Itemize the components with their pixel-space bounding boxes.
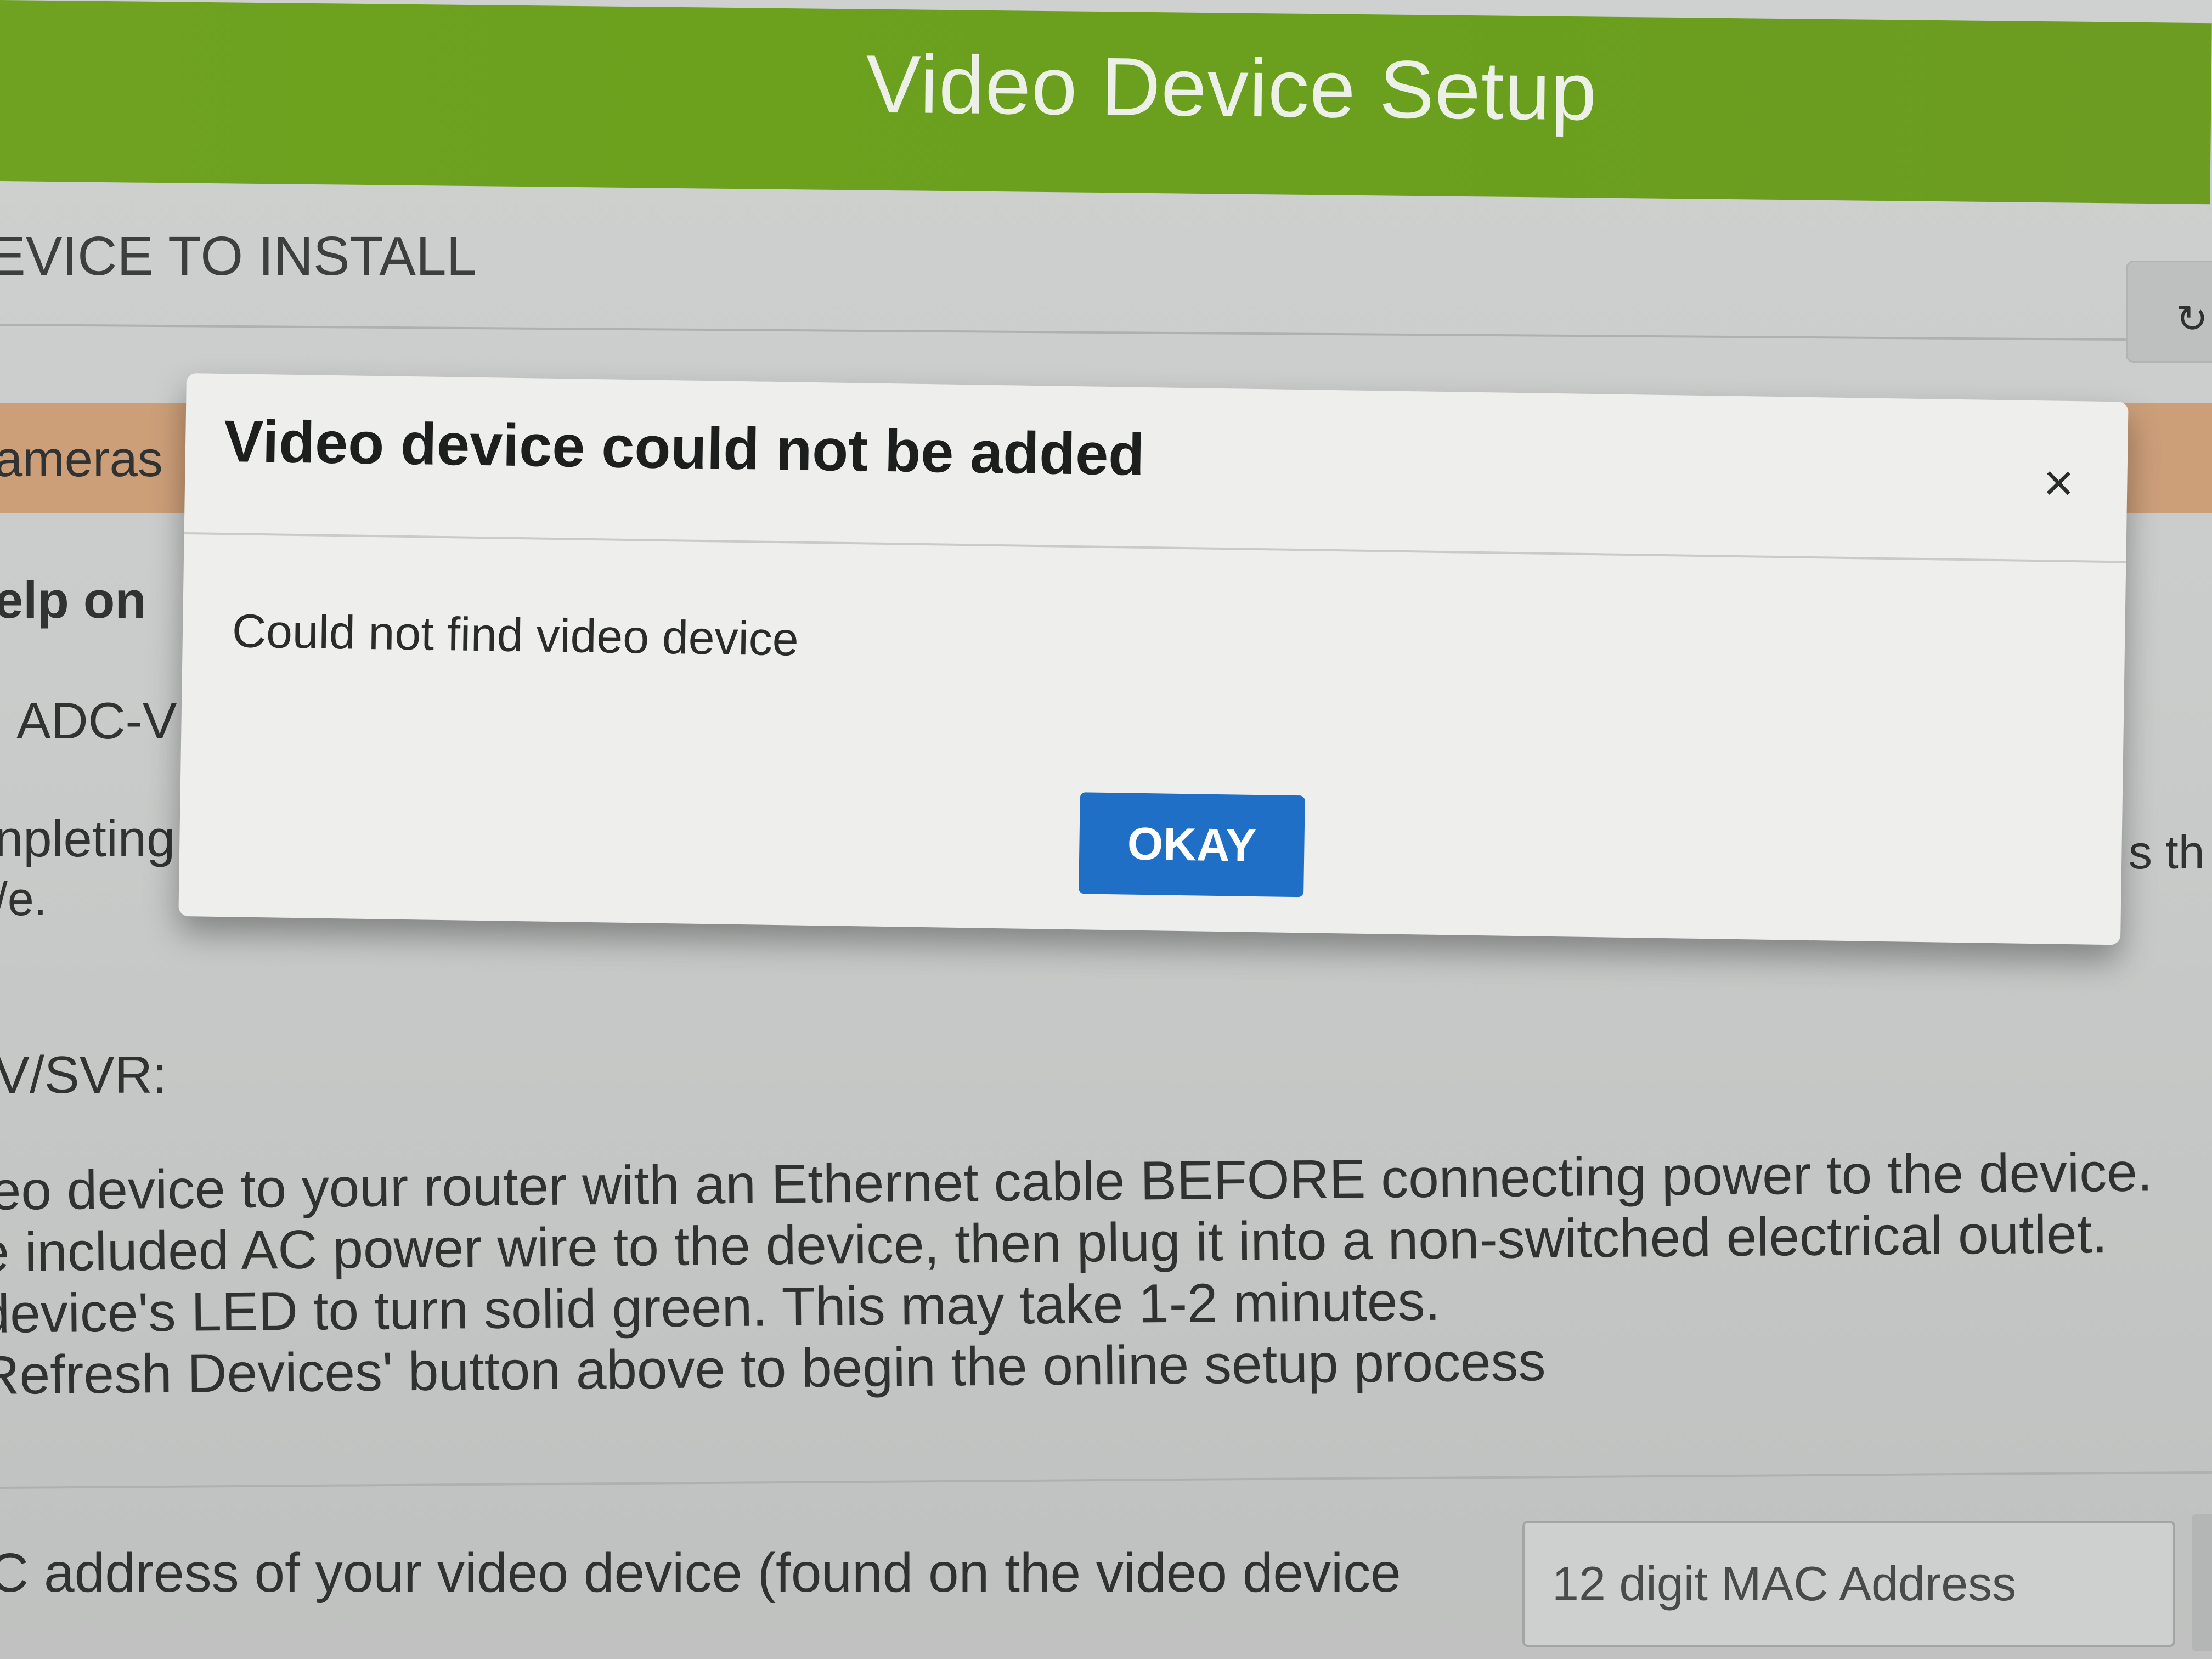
page: Video Device Setup EVICE TO INSTALL ↻ am… [0,0,2212,1659]
dialog-message: Could not find video device [232,605,799,666]
okay-button[interactable]: OKAY [1079,792,1305,898]
dialog-divider [184,532,2126,563]
error-dialog: Video device could not be added × Could … [178,373,2129,945]
dialog-title: Video device could not be added [223,408,1146,488]
close-icon[interactable]: × [2028,453,2090,514]
